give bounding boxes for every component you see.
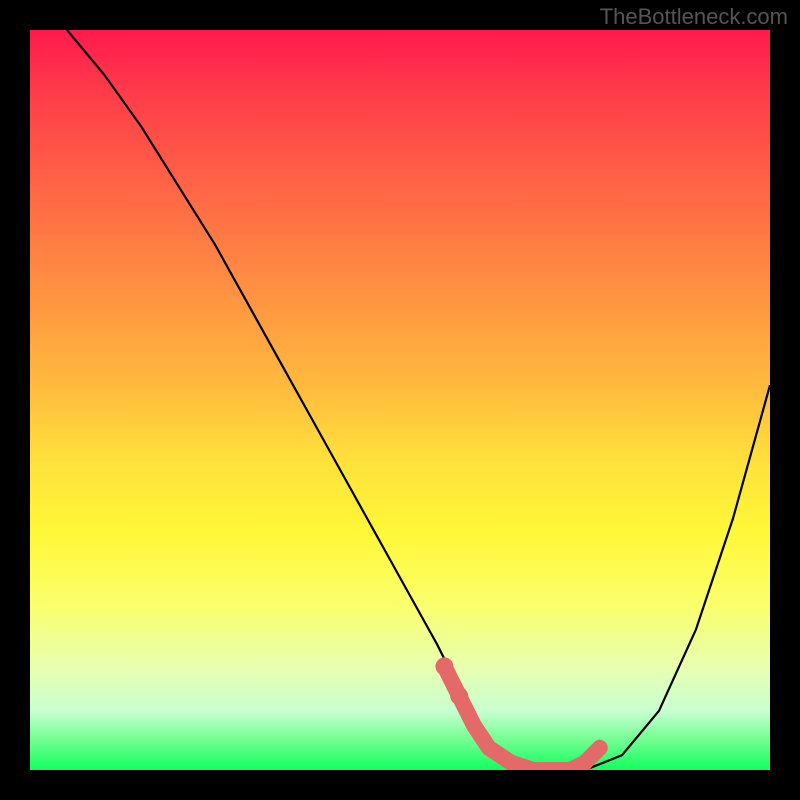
watermark-text: TheBottleneck.com bbox=[600, 4, 788, 30]
bottleneck-curve-svg bbox=[30, 30, 770, 770]
bottleneck-curve-path bbox=[67, 30, 770, 770]
chart-plot-area bbox=[30, 30, 770, 770]
highlight-band-path bbox=[444, 666, 599, 770]
highlight-dot bbox=[450, 687, 468, 705]
highlight-dot bbox=[435, 657, 453, 675]
